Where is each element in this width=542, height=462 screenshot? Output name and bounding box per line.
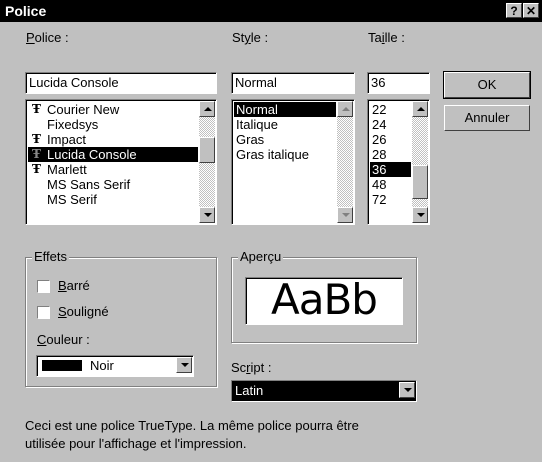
effects-title: Effets	[32, 249, 70, 264]
font-list-item[interactable]: Ŧ Impact	[28, 132, 198, 147]
style-list-scrollbar[interactable]	[337, 101, 353, 223]
preview-box: AaBb	[245, 277, 403, 325]
size-label: Taille :	[368, 30, 405, 45]
size-list-item[interactable]: 26	[370, 132, 411, 147]
style-list-item[interactable]: Italique	[234, 117, 336, 132]
font-list-item-label: Marlett	[47, 162, 87, 177]
style-list-item[interactable]: Gras	[234, 132, 336, 147]
strikeout-label: Barré	[58, 278, 90, 293]
truetype-icon: Ŧ	[32, 132, 41, 146]
size-list-item[interactable]: 28	[370, 147, 411, 162]
ok-button[interactable]: OK	[443, 71, 531, 99]
font-list-item-label: Lucida Console	[47, 147, 137, 162]
font-scroll-down-button[interactable]	[199, 207, 215, 223]
chevron-down-icon	[404, 388, 412, 392]
arrow-down-icon	[342, 213, 350, 217]
color-swatch	[42, 360, 82, 371]
font-list-item-label: Impact	[47, 132, 87, 147]
size-list-item[interactable]: 24	[370, 117, 411, 132]
font-list-item[interactable]: Ŧ Lucida Console	[28, 147, 198, 162]
style-list-item[interactable]: Gras italique	[234, 147, 336, 162]
underline-label: Souligné	[58, 304, 109, 319]
size-list-item[interactable]: 36	[370, 162, 411, 177]
style-input-value: Normal	[235, 75, 277, 90]
size-scroll-up-button[interactable]	[412, 101, 428, 117]
window-title: Police	[5, 3, 47, 19]
color-label: Couleur :	[37, 332, 90, 347]
style-list[interactable]: Normal Italique Gras Gras italique	[231, 99, 355, 225]
title-bar: Police ? ✕	[0, 0, 542, 22]
script-select-value: Latin	[235, 383, 264, 398]
font-list-item-label: MS Sans Serif	[47, 177, 131, 192]
help-button[interactable]: ?	[506, 3, 522, 18]
size-list-item[interactable]: 22	[370, 102, 411, 117]
font-list-item-label: Courier New	[47, 102, 120, 117]
font-list-item[interactable]: Ŧ Courier New	[28, 102, 198, 117]
script-label: Script :	[231, 360, 272, 375]
font-list-item[interactable]: MS Sans Serif	[28, 177, 198, 192]
truetype-icon: Ŧ	[32, 102, 41, 116]
cancel-button[interactable]: Annuler	[444, 105, 530, 131]
font-list-item-label: Fixedsys	[47, 117, 99, 132]
font-list-item[interactable]: MS Serif	[28, 192, 198, 207]
truetype-icon: Ŧ	[32, 162, 41, 176]
font-input-value: Lucida Console	[29, 75, 119, 90]
arrow-up-icon	[204, 107, 212, 111]
font-list-item[interactable]: Ŧ Marlett	[28, 162, 198, 177]
font-scroll-thumb[interactable]	[199, 137, 215, 163]
style-scroll-up-button[interactable]	[337, 101, 353, 117]
preview-title: Aperçu	[238, 249, 284, 264]
arrow-up-icon	[342, 107, 350, 111]
arrow-down-icon	[417, 213, 425, 217]
font-list[interactable]: Ŧ Courier New Fixedsys Ŧ Impact Ŧ Lucida Conso…	[25, 99, 217, 225]
info-line-1: Ceci est une police TrueType. La même po…	[25, 418, 359, 433]
size-list-scrollbar[interactable]	[412, 101, 428, 223]
strikeout-checkbox[interactable]	[37, 280, 50, 293]
script-select[interactable]: Latin	[231, 380, 417, 402]
size-list[interactable]: 22 24 26 28 36 48 72	[367, 99, 430, 225]
style-scroll-down-button[interactable]	[337, 207, 353, 223]
font-label: Police :	[26, 30, 69, 45]
underline-checkbox[interactable]	[37, 306, 50, 319]
font-list-item[interactable]: Fixedsys	[28, 117, 198, 132]
color-select-value: Noir	[90, 358, 114, 373]
color-select[interactable]: Noir	[36, 355, 194, 377]
size-list-item[interactable]: 72	[370, 192, 411, 207]
arrow-up-icon	[417, 107, 425, 111]
font-list-scrollbar[interactable]	[199, 101, 215, 223]
size-scroll-down-button[interactable]	[412, 207, 428, 223]
size-input[interactable]: 36	[367, 72, 430, 94]
font-scroll-up-button[interactable]	[199, 101, 215, 117]
size-scroll-thumb[interactable]	[412, 165, 428, 199]
truetype-icon: Ŧ	[32, 147, 41, 161]
font-list-item-label: MS Serif	[47, 192, 97, 207]
font-input[interactable]: Lucida Console	[25, 72, 217, 94]
preview-sample: AaBb	[271, 277, 378, 324]
size-input-value: 36	[371, 75, 386, 90]
style-input[interactable]: Normal	[231, 72, 355, 94]
style-list-item[interactable]: Normal	[234, 102, 336, 117]
script-dropdown-button[interactable]	[399, 382, 415, 398]
style-label: Style :	[232, 30, 269, 45]
info-line-2: utilisée pour l'affichage et l'impressio…	[25, 436, 247, 451]
color-dropdown-button[interactable]	[176, 357, 192, 373]
close-button[interactable]: ✕	[523, 3, 539, 18]
chevron-down-icon	[181, 363, 189, 367]
size-list-item[interactable]: 48	[370, 177, 411, 192]
arrow-down-icon	[204, 213, 212, 217]
